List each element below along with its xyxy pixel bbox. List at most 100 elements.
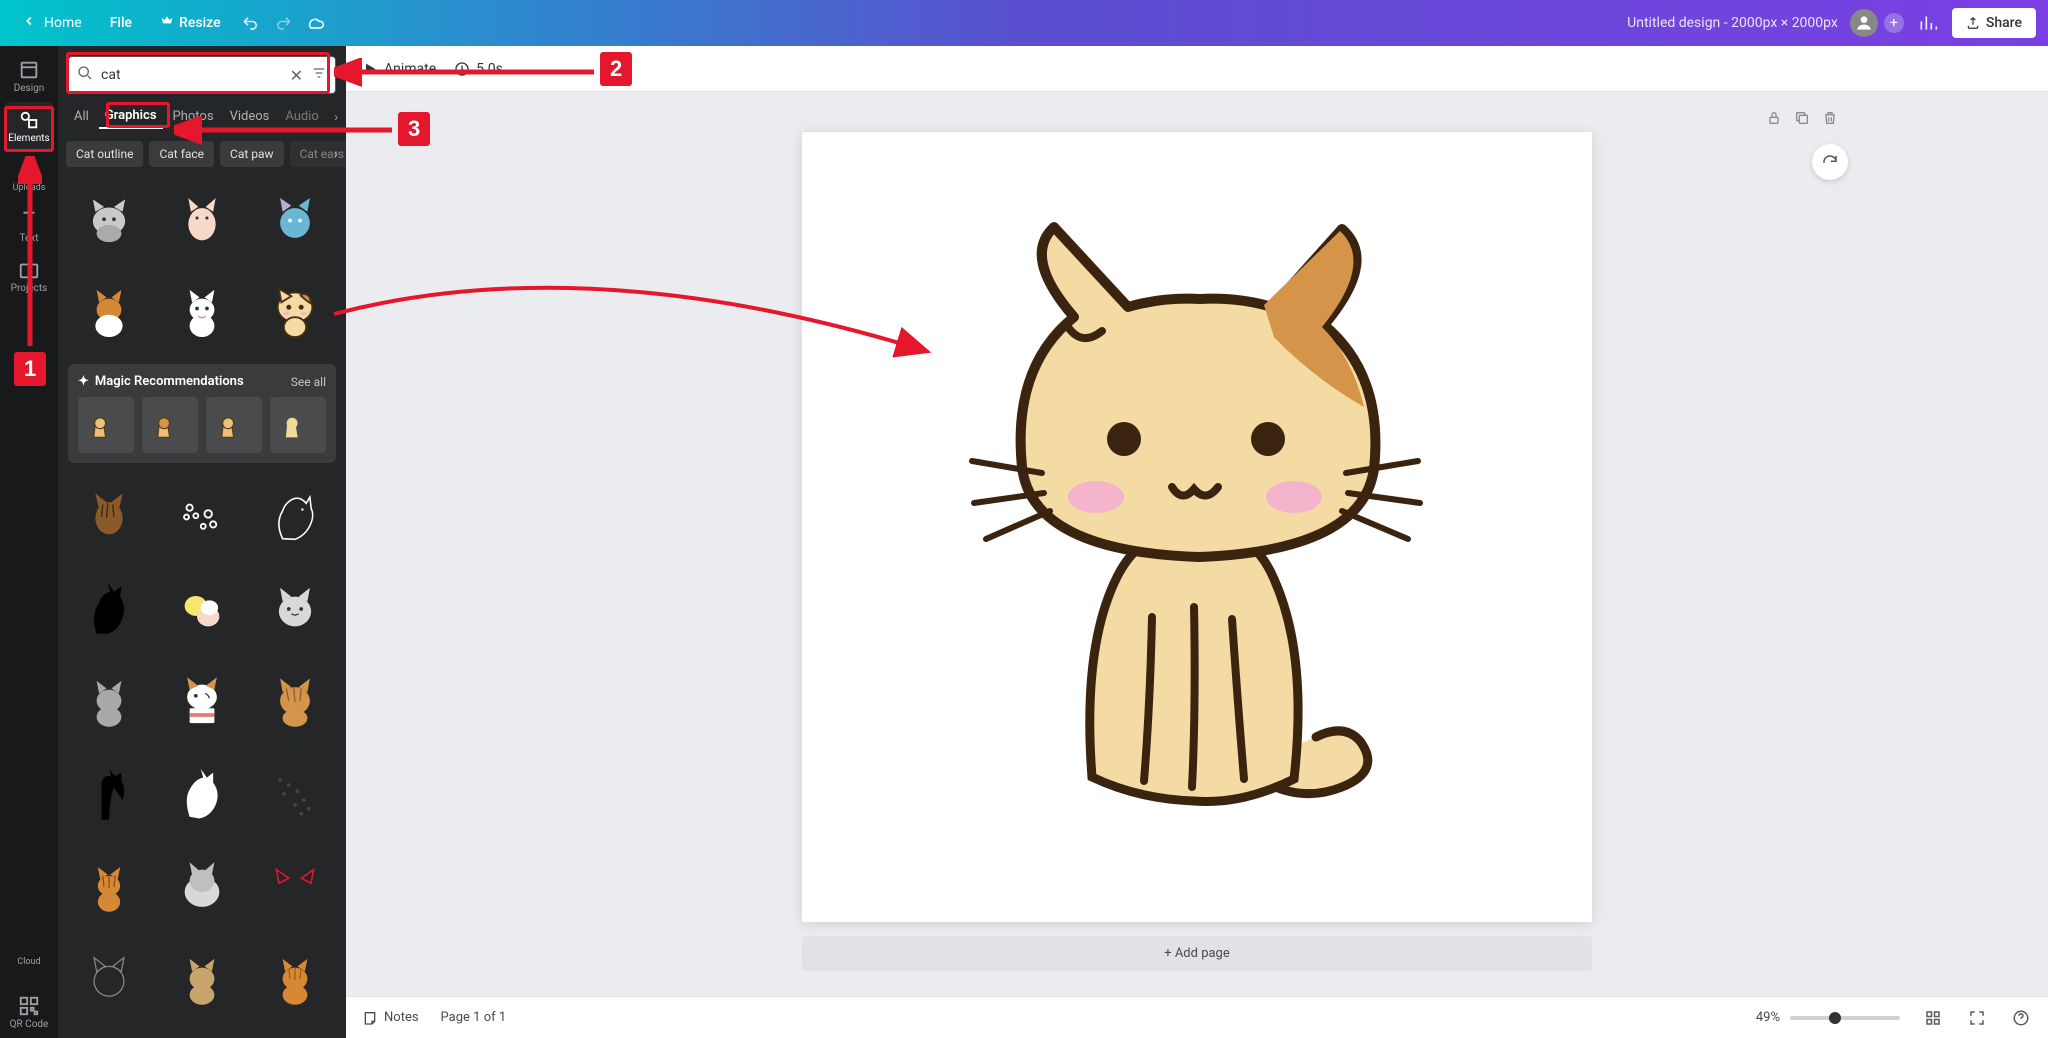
redo-button[interactable] [271,11,295,35]
graphic-result[interactable] [68,846,151,929]
graphic-result[interactable] [253,846,336,929]
rail-more-2[interactable] [5,352,53,400]
undo-button[interactable] [239,11,263,35]
user-avatar[interactable] [1850,9,1878,37]
results-scroll[interactable]: ✦ Magic Recommendations See all [58,177,346,1038]
graphic-result[interactable] [68,475,151,558]
lock-icon[interactable] [1766,110,1782,130]
duplicate-page-icon[interactable] [1794,110,1810,130]
search-suggestions: Cat outline Cat face Cat paw Cat ears › [58,135,346,177]
rail-more-6[interactable] [5,552,53,600]
share-button[interactable]: Share [1952,8,2036,38]
delete-page-icon[interactable] [1822,110,1838,130]
zoom-slider[interactable] [1790,1016,1900,1020]
page-action-icons [1766,110,1838,130]
home-button[interactable]: Home [12,8,92,38]
notes-button[interactable]: Notes [362,1010,419,1026]
tab-photos[interactable]: Photos [167,105,220,128]
graphic-result[interactable] [68,270,151,353]
graphic-result[interactable] [161,753,244,836]
graphic-result[interactable] [68,177,151,260]
refresh-button[interactable] [1812,144,1848,180]
folder-icon [18,259,40,281]
rail-text[interactable]: Text [5,202,53,250]
rail-more-3[interactable] [5,402,53,450]
top-header-right: Untitled design - 2000px × 2000px + Shar… [1627,8,2036,38]
tabs-scroll-right[interactable]: › [334,110,338,124]
animate-button[interactable]: Animate [362,61,436,77]
graphic-result[interactable] [161,1031,244,1038]
graphic-result[interactable] [68,1031,151,1038]
rail-cloud[interactable]: Cloud [5,938,53,986]
graphic-result[interactable] [68,661,151,744]
graphic-result[interactable] [253,1031,336,1038]
rail-qrcode[interactable]: QR Code [5,988,53,1036]
page-indicator[interactable]: Page 1 of 1 [441,1010,507,1025]
cloud-sync-icon[interactable] [303,11,327,35]
rail-more-4[interactable] [5,452,53,500]
rail-uploads[interactable]: Uploads [5,152,53,200]
sparkle-icon: ✦ [78,374,89,389]
graphic-result[interactable] [253,661,336,744]
canvas-viewport[interactable]: + Add page [346,92,2048,996]
fullscreen-button[interactable] [1966,1007,1988,1029]
see-all-link[interactable]: See all [291,375,326,389]
zoom-percent[interactable]: 49% [1756,1010,1780,1025]
rail-more-8[interactable] [5,652,53,700]
file-menu[interactable]: File [100,9,142,37]
suggestion-chip[interactable]: Cat face [149,141,214,167]
rail-design[interactable]: Design [5,52,53,100]
canvas-page[interactable] [802,132,1592,922]
document-title[interactable]: Untitled design - 2000px × 2000px [1627,15,1838,31]
insights-button[interactable] [1916,11,1940,35]
graphic-result[interactable] [161,177,244,260]
magic-result[interactable] [270,397,326,453]
magic-result[interactable] [206,397,262,453]
graphic-result[interactable] [253,177,336,260]
graphic-result[interactable] [68,568,151,651]
magic-result[interactable] [78,397,134,453]
graphic-result[interactable] [253,939,336,1022]
resize-menu[interactable]: Resize [150,8,231,38]
rail-projects[interactable]: Projects [5,252,53,300]
suggestion-chip[interactable]: Cat outline [66,141,143,167]
canvas-cat-illustration[interactable] [932,207,1462,847]
graphic-result[interactable] [161,568,244,651]
rail-more-7[interactable] [5,602,53,650]
graphic-result[interactable] [253,753,336,836]
graphic-result[interactable] [68,939,151,1022]
duration-display[interactable]: 5.0s [454,61,503,77]
suggestion-chip[interactable]: Cat paw [220,141,284,167]
graphic-result[interactable] [68,753,151,836]
tab-all[interactable]: All [68,105,95,128]
magic-result[interactable] [142,397,198,453]
top-header: Home File Resize Untitled design - 2000p… [0,0,2048,46]
clear-search-button[interactable]: ✕ [290,66,303,85]
graphic-result[interactable] [161,846,244,929]
crown-icon [160,14,174,32]
filter-icon[interactable] [311,65,327,85]
graphic-result[interactable] [253,270,336,353]
tab-videos[interactable]: Videos [224,105,276,128]
grid-view-button[interactable] [1922,1007,1944,1029]
canvas-toolbar: Animate 5.0s [346,46,2048,92]
help-button[interactable] [2010,1007,2032,1029]
graphic-result[interactable] [161,661,244,744]
rail-more-5[interactable] [5,502,53,550]
search-input[interactable] [101,67,282,83]
top-header-left: Home File Resize [12,8,327,38]
graphic-result[interactable] [253,568,336,651]
suggestions-scroll-right[interactable]: › [334,147,338,161]
add-collaborator-button[interactable]: + [1884,13,1904,33]
rail-more-1[interactable] [5,302,53,350]
tab-graphics[interactable]: Graphics [99,104,163,129]
home-label: Home [44,15,82,31]
graphic-result[interactable] [161,939,244,1022]
add-page-button[interactable]: + Add page [802,936,1592,971]
chevron-left-icon [22,14,36,32]
graphic-result[interactable] [253,475,336,558]
graphic-result[interactable] [161,270,244,353]
rail-elements[interactable]: Elements [5,102,53,150]
tab-audio[interactable]: Audio [279,105,324,128]
graphic-result[interactable] [161,475,244,558]
